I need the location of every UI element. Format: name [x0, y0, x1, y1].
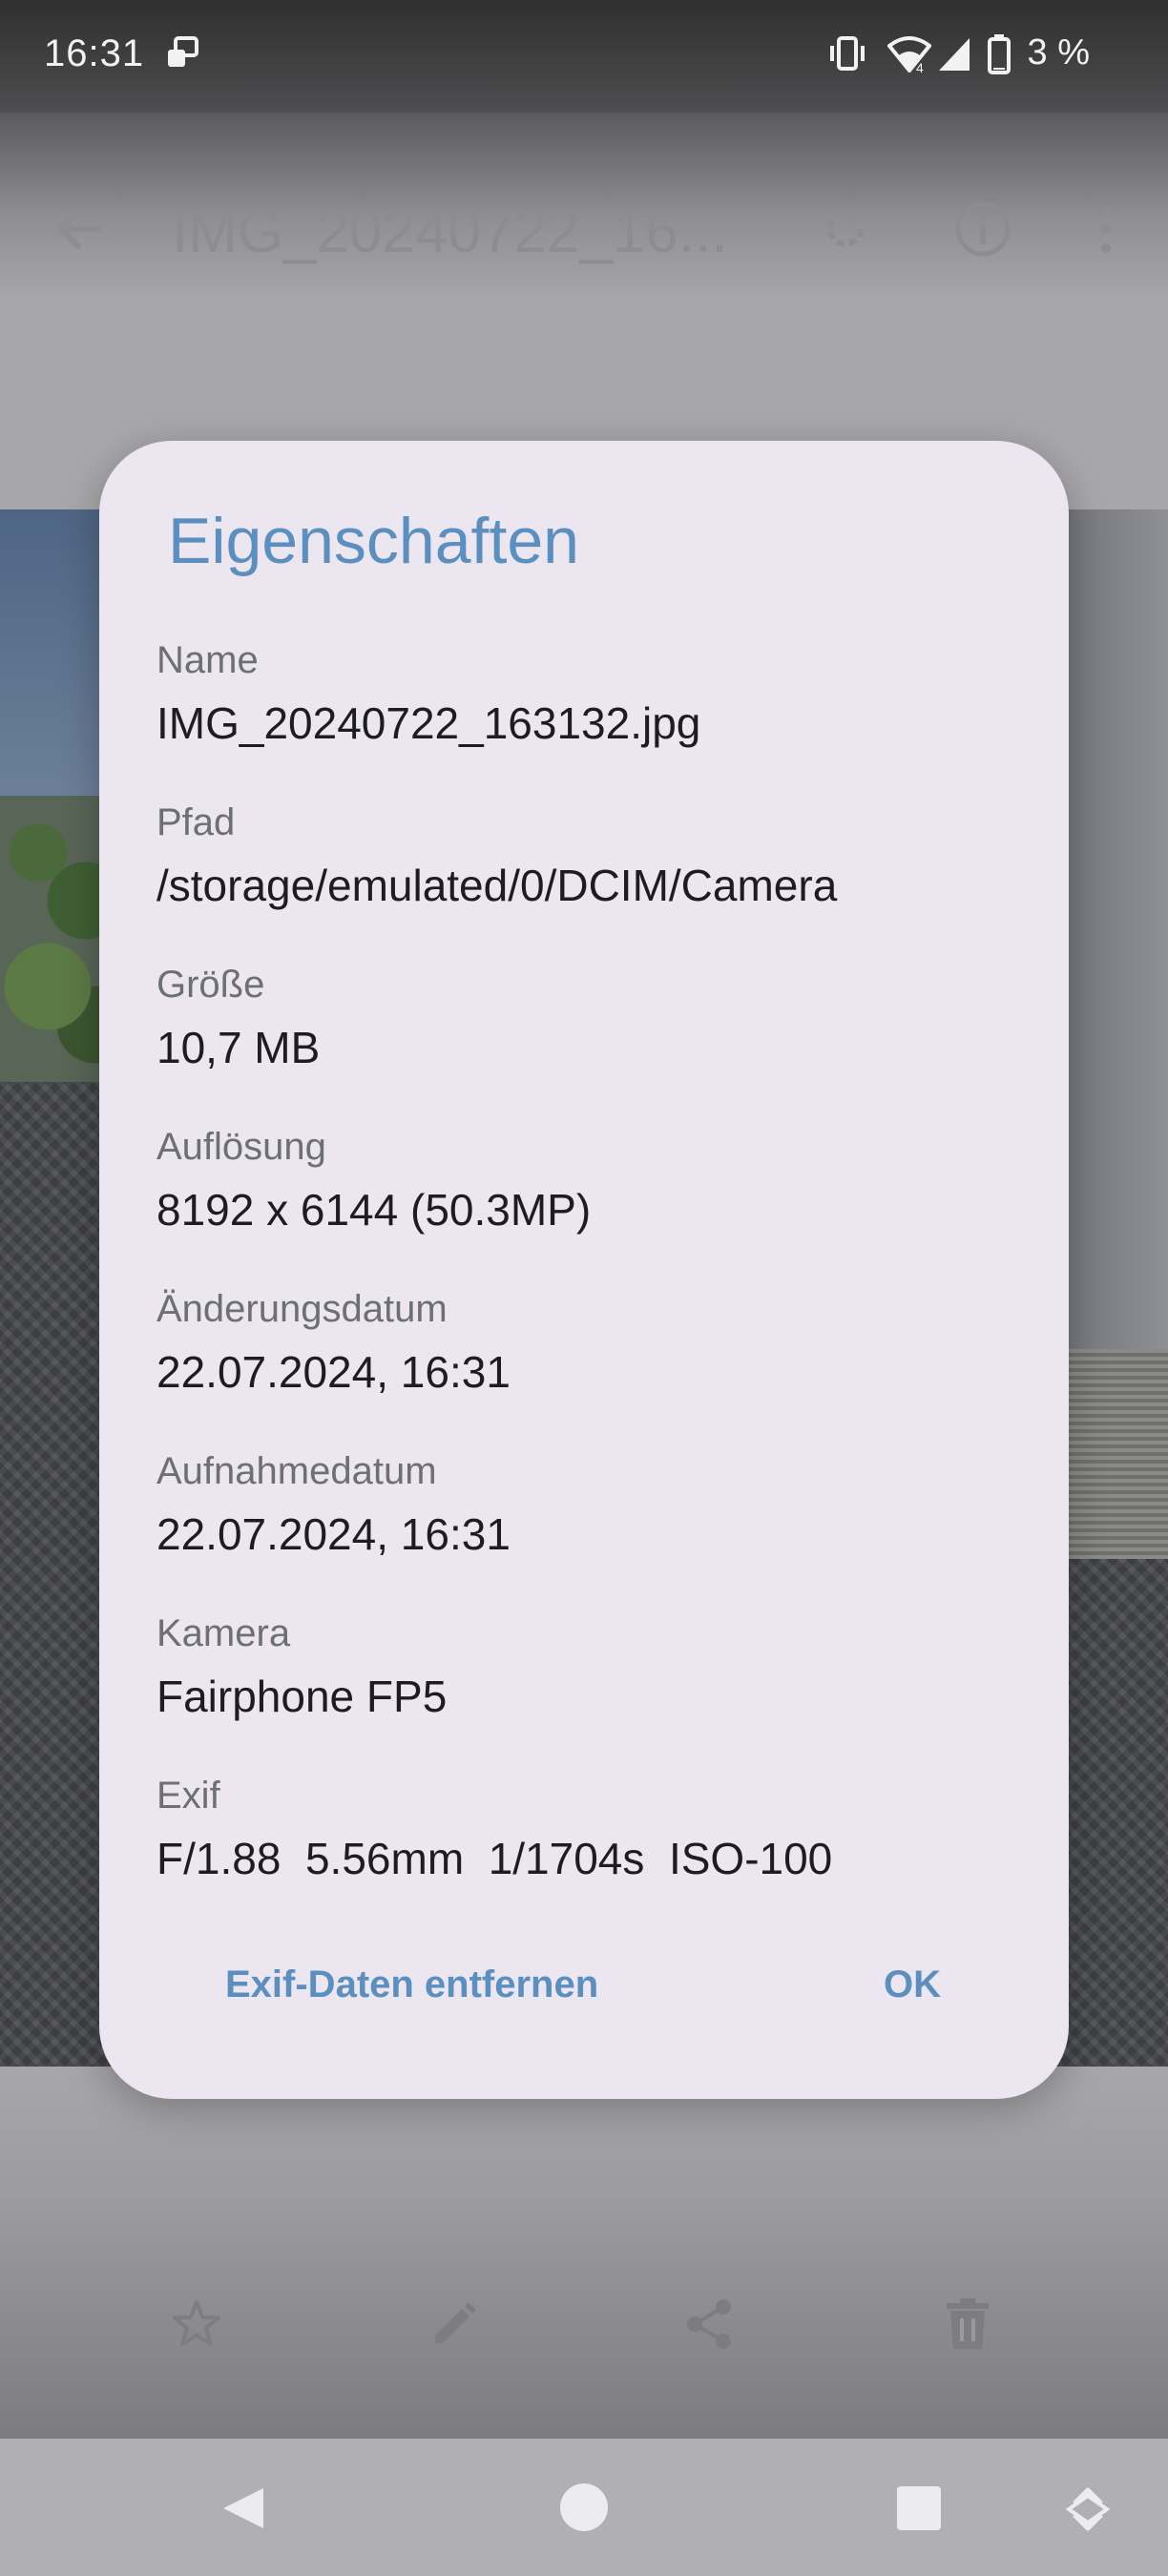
- more-vert-icon[interactable]: [1092, 200, 1120, 262]
- home-circle-icon[interactable]: [559, 2483, 609, 2537]
- delete-icon[interactable]: [943, 2297, 992, 2356]
- back-arrow-icon[interactable]: [53, 202, 107, 260]
- remove-exif-button[interactable]: Exif-Daten entfernen: [225, 1963, 598, 2006]
- battery-percent: 3 %: [1027, 32, 1090, 73]
- properties-dialog: Eigenschaften Name IMG_20240722_163132.j…: [99, 441, 1069, 2099]
- property-label: Änderungsdatum: [156, 1288, 448, 1330]
- bottom-actions-bar: [0, 2067, 1168, 2439]
- screenshot-notification-icon: [164, 34, 202, 77]
- info-icon[interactable]: [954, 200, 1012, 262]
- image-title: IMG_20240722_16...: [172, 199, 728, 265]
- property-label: Aufnahmedatum: [156, 1450, 437, 1492]
- dialog-title: Eigenschaften: [168, 505, 579, 577]
- property-label: Größe: [156, 964, 265, 1006]
- property-label: Exif: [156, 1775, 220, 1817]
- edit-icon[interactable]: [428, 2297, 481, 2356]
- property-name: Name IMG_20240722_163132.jpg: [156, 637, 1015, 750]
- battery-icon: [987, 34, 1012, 79]
- star-icon[interactable]: [170, 2297, 223, 2356]
- property-resolution: Auflösung 8192 x 6144 (50.3MP): [156, 1124, 1015, 1236]
- status-time: 16:31: [44, 32, 145, 74]
- property-value: /storage/emulated/0/DCIM/Camera: [156, 861, 838, 910]
- property-label: Pfad: [156, 801, 236, 843]
- status-bar: 16:31 4 3 %: [0, 0, 1168, 113]
- vibrate-icon: [826, 34, 868, 77]
- property-exif: Exif F/1.88 5.56mm 1/1704s ISO-100: [156, 1773, 1015, 1885]
- property-value: 8192 x 6144 (50.3MP): [156, 1185, 592, 1235]
- property-value: 22.07.2024, 16:31: [156, 1509, 511, 1559]
- rotate-icon[interactable]: [819, 202, 872, 260]
- property-value: IMG_20240722_163132.jpg: [156, 698, 701, 748]
- back-triangle-icon[interactable]: [219, 2484, 267, 2537]
- rotate-screen-icon[interactable]: [1061, 2483, 1115, 2541]
- system-navigation-bar: [0, 2439, 1168, 2576]
- property-label: Name: [156, 639, 259, 681]
- property-value: 10,7 MB: [156, 1023, 321, 1072]
- svg-text:4: 4: [916, 60, 924, 73]
- property-path: Pfad /storage/emulated/0/DCIM/Camera: [156, 800, 1015, 912]
- wifi-icon: 4: [886, 34, 932, 77]
- recents-square-icon[interactable]: [897, 2486, 941, 2535]
- property-label: Kamera: [156, 1612, 291, 1654]
- property-label: Auflösung: [156, 1126, 326, 1168]
- property-value: Fairphone FP5: [156, 1672, 448, 1721]
- share-icon[interactable]: [683, 2297, 737, 2356]
- property-value: 22.07.2024, 16:31: [156, 1347, 511, 1397]
- property-capture-date: Aufnahmedatum 22.07.2024, 16:31: [156, 1448, 1015, 1561]
- property-modified-date: Änderungsdatum 22.07.2024, 16:31: [156, 1286, 1015, 1399]
- ok-button[interactable]: OK: [884, 1963, 941, 2006]
- property-camera: Kamera Fairphone FP5: [156, 1610, 1015, 1723]
- property-size: Größe 10,7 MB: [156, 962, 1015, 1074]
- cell-signal-icon: [935, 34, 973, 77]
- property-value: F/1.88 5.56mm 1/1704s ISO-100: [156, 1834, 833, 1883]
